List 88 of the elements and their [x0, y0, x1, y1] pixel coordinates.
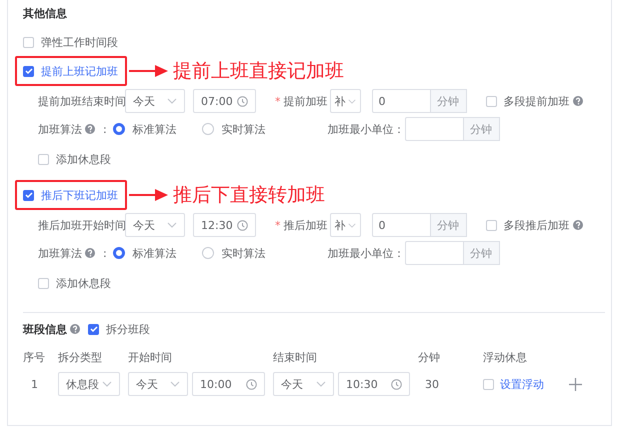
- radio-label[interactable]: 标准算法: [132, 246, 177, 260]
- chevron-down-icon: [170, 381, 180, 387]
- checkbox[interactable]: [23, 36, 34, 48]
- plus-icon[interactable]: [569, 378, 582, 390]
- checkbox[interactable]: [483, 378, 494, 390]
- checkbox-label[interactable]: 弹性工作时间段: [41, 34, 118, 50]
- checkbox[interactable]: [38, 154, 49, 164]
- checkbox-label[interactable]: 拆分班段: [106, 322, 150, 336]
- checkbox[interactable]: [486, 96, 496, 106]
- help-icon[interactable]: [85, 124, 95, 134]
- table-cell-text: 30: [424, 378, 440, 390]
- required-mark: *: [275, 94, 280, 108]
- colon-text: :: [103, 122, 107, 136]
- dropdown[interactable]: 休息段: [58, 372, 120, 396]
- time-field[interactable]: 10:30: [338, 372, 410, 396]
- field-label: 加班算法: [38, 122, 82, 136]
- checkbox[interactable]: [23, 190, 34, 200]
- help-icon[interactable]: [572, 220, 582, 230]
- field-label: 推后加班开始时间: [38, 218, 125, 232]
- section-title: 班段信息: [23, 322, 67, 336]
- chevron-down-icon: [102, 381, 112, 387]
- clock-icon: [246, 378, 257, 390]
- help-icon[interactable]: [572, 96, 582, 106]
- chevron-down-icon: [316, 381, 326, 387]
- unit-label: 分钟: [430, 213, 466, 237]
- radio-label[interactable]: 实时算法: [222, 122, 266, 136]
- time-field[interactable]: 12:30: [193, 213, 256, 237]
- field-label: 加班最小单位：: [328, 122, 405, 136]
- dropdown[interactable]: 补: [330, 213, 360, 237]
- field-label: 提前加班结束时间: [38, 94, 125, 108]
- column-header: 序号: [23, 350, 46, 364]
- help-icon[interactable]: [85, 248, 95, 258]
- field-label: 推后加班: [284, 218, 328, 232]
- checkbox-label[interactable]: 添加休息段: [56, 276, 111, 290]
- checkbox[interactable]: [23, 66, 34, 76]
- dropdown[interactable]: 今天: [128, 372, 188, 396]
- dropdown[interactable]: 今天: [273, 372, 334, 396]
- column-header: 开始时间: [128, 350, 173, 364]
- annotation-text: 推后下直接转加班: [173, 183, 325, 208]
- input-field[interactable]: [404, 117, 464, 141]
- checkbox-label[interactable]: 多段推后加班: [504, 218, 570, 232]
- input-field[interactable]: [404, 241, 464, 265]
- radio-button[interactable]: [112, 123, 125, 135]
- number-field[interactable]: 0: [372, 89, 430, 113]
- chevron-down-icon: [348, 98, 356, 104]
- time-field[interactable]: 10:00: [192, 372, 265, 396]
- dropdown[interactable]: 今天: [125, 89, 185, 113]
- annotation-text: 提前上班直接记加班: [173, 59, 344, 84]
- radio-label[interactable]: 实时算法: [222, 246, 266, 260]
- chevron-down-icon: [348, 222, 356, 228]
- field-label: 提前加班: [284, 94, 328, 108]
- unit-label: 分钟: [464, 117, 500, 141]
- clock-icon: [391, 378, 402, 390]
- checkbox-label[interactable]: 提前上班记加班: [41, 64, 118, 78]
- arrow-icon: [129, 64, 169, 78]
- time-field[interactable]: 07:00: [193, 89, 256, 113]
- radio-label[interactable]: 标准算法: [132, 122, 177, 136]
- column-header: 浮动休息: [483, 350, 528, 364]
- required-mark: *: [275, 218, 280, 232]
- checkbox[interactable]: [88, 324, 99, 334]
- help-icon[interactable]: [70, 324, 80, 334]
- unit-label: 分钟: [464, 241, 500, 265]
- field-label: 加班算法: [38, 246, 82, 260]
- radio-button[interactable]: [202, 247, 214, 259]
- section-title: 其他信息: [23, 6, 68, 22]
- field-label: 加班最小单位：: [328, 246, 405, 260]
- checkbox-label[interactable]: 多段提前加班: [504, 94, 570, 108]
- dropdown[interactable]: 补: [330, 89, 360, 113]
- checkbox[interactable]: [38, 278, 49, 288]
- set-float-link[interactable]: 设置浮动: [500, 376, 544, 392]
- checkbox-label[interactable]: 添加休息段: [56, 152, 111, 166]
- chevron-down-icon: [167, 222, 177, 228]
- checkbox[interactable]: [486, 220, 496, 230]
- clock-icon: [237, 220, 248, 230]
- checkbox-label[interactable]: 推后下班记加班: [41, 188, 118, 202]
- column-header: 拆分类型: [58, 350, 103, 364]
- number-field[interactable]: 0: [372, 213, 430, 237]
- column-header: 结束时间: [273, 350, 318, 364]
- arrow-icon: [129, 188, 169, 202]
- chevron-down-icon: [167, 98, 177, 104]
- table-cell-text: 1: [30, 378, 39, 390]
- dropdown[interactable]: 今天: [125, 213, 185, 237]
- radio-button[interactable]: [202, 123, 214, 135]
- unit-label: 分钟: [430, 89, 466, 113]
- colon-text: :: [103, 246, 107, 260]
- radio-button[interactable]: [112, 247, 125, 259]
- clock-icon: [237, 96, 248, 106]
- column-header: 分钟: [418, 350, 441, 364]
